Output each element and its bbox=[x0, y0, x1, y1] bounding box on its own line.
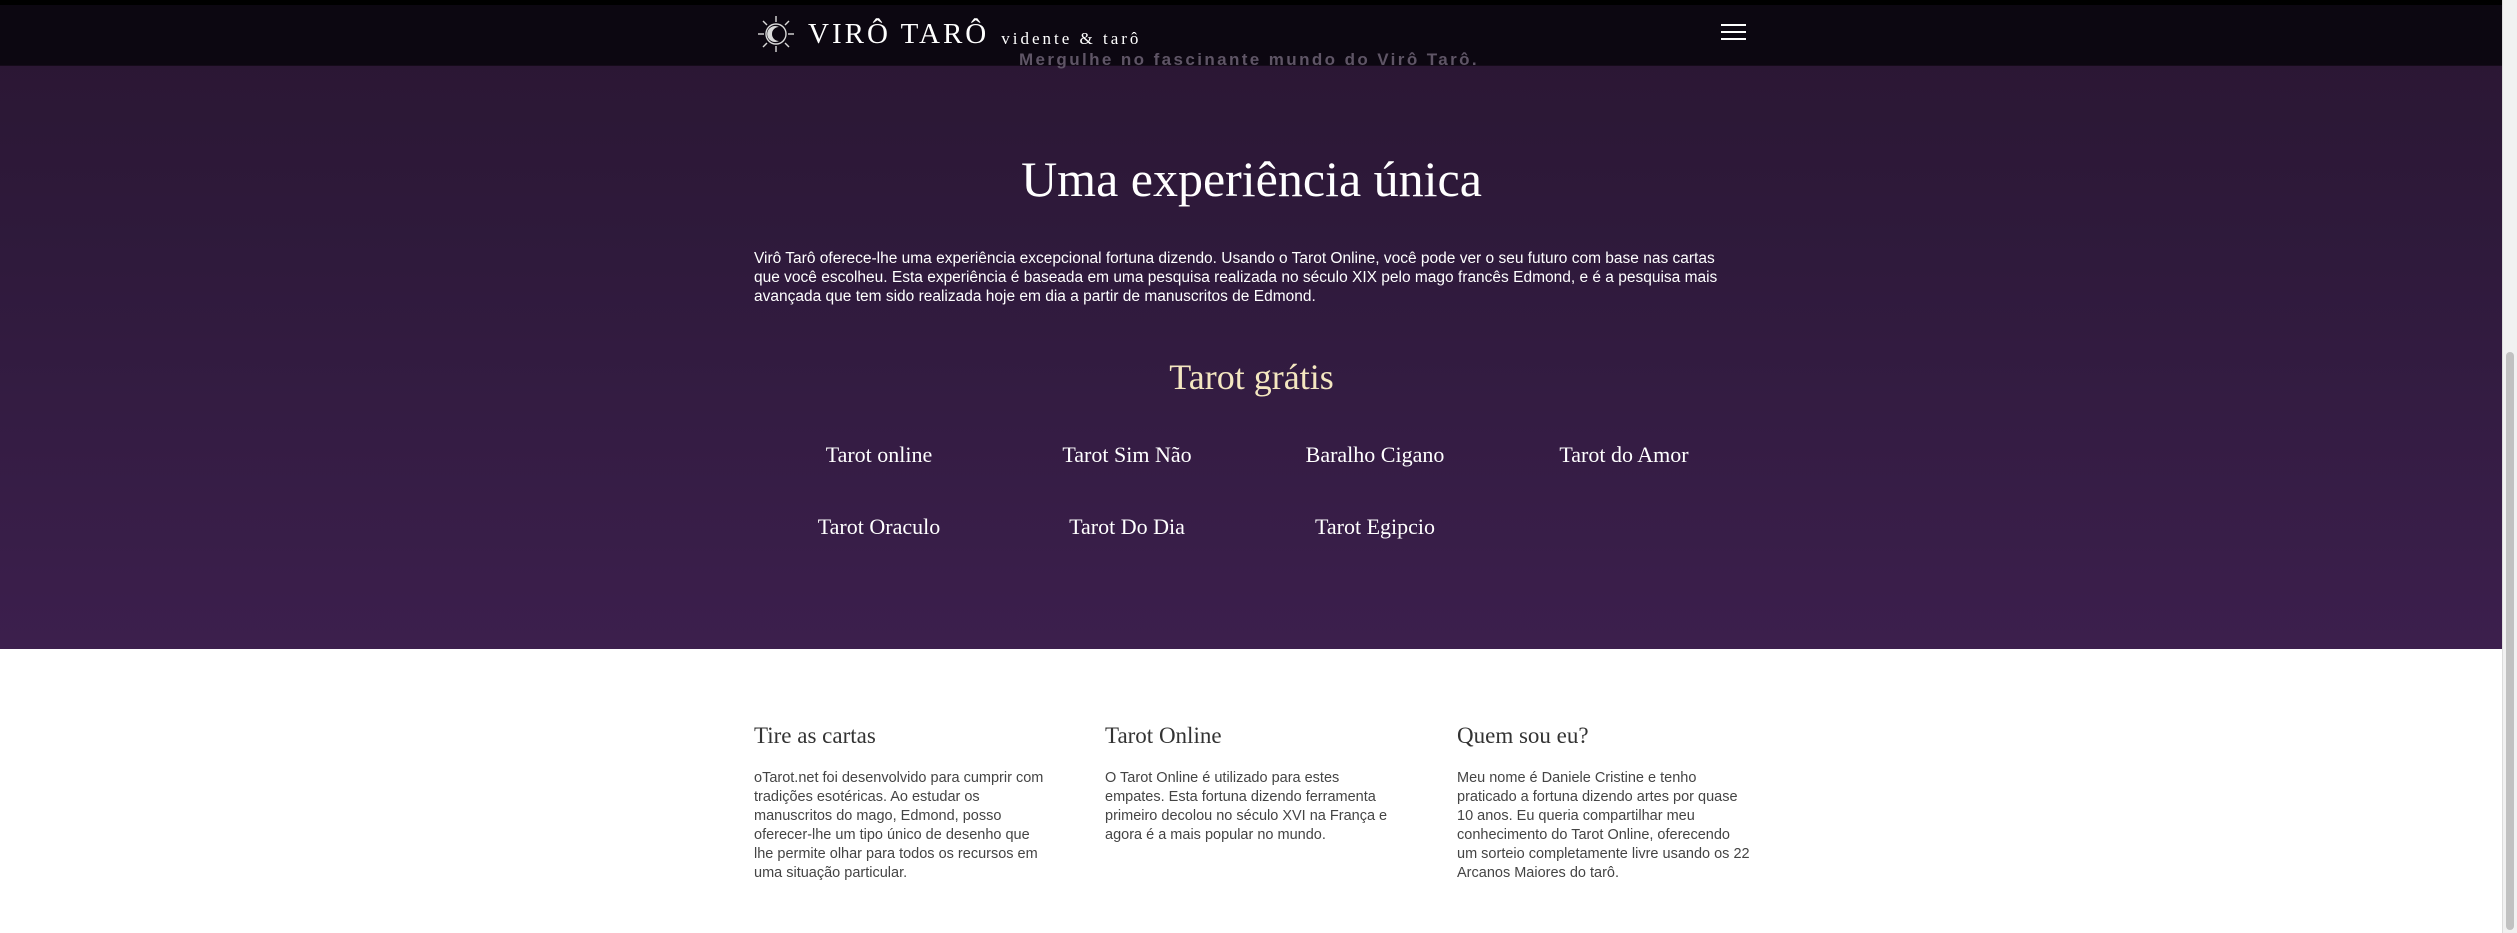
link-tarot-oraculo[interactable]: Tarot Oraculo bbox=[754, 514, 1004, 540]
footer-column-text: oTarot.net foi desenvolvido para cumprir… bbox=[754, 770, 1044, 881]
slogan: Mergulhe no fascinante mundo do Virô Tar… bbox=[1019, 50, 1480, 69]
footer-column-tarot-online: Tarot Online O Tarot Online é utilizado … bbox=[1105, 723, 1390, 845]
brand-tagline: vidente & tarô bbox=[1001, 29, 1142, 48]
page-scrollbar[interactable] bbox=[2502, 0, 2517, 933]
hamburger-menu-icon[interactable] bbox=[1720, 19, 1748, 47]
link-tarot-online[interactable]: Tarot online bbox=[754, 442, 1004, 468]
sun-moon-logo-icon bbox=[758, 16, 794, 52]
link-tarot-sim-nao[interactable]: Tarot Sim Não bbox=[1002, 442, 1252, 468]
link-tarot-do-dia[interactable]: Tarot Do Dia bbox=[1002, 514, 1252, 540]
footer-column-title: Tarot Online bbox=[1105, 723, 1222, 748]
scrollbar-thumb[interactable] bbox=[2506, 352, 2514, 930]
footer-column-title: Tire as cartas bbox=[754, 723, 876, 748]
free-tarot-links: Tarot online Tarot Sim Não Baralho Cigan… bbox=[754, 5, 1754, 649]
navbar: VIRÔ TARÔ vidente & tarô Mergulhe no fas… bbox=[0, 5, 2503, 69]
footer-column-text: Meu nome é Daniele Cristine e tenho prat… bbox=[1457, 770, 1750, 881]
link-tarot-egipcio[interactable]: Tarot Egipcio bbox=[1250, 514, 1500, 540]
footer-column-title: Quem sou eu? bbox=[1457, 723, 1589, 748]
link-tarot-do-amor[interactable]: Tarot do Amor bbox=[1499, 442, 1749, 468]
brand-name: VIRÔ TARÔ bbox=[808, 17, 990, 50]
link-baralho-cigano[interactable]: Baralho Cigano bbox=[1250, 442, 1500, 468]
logo[interactable]: VIRÔ TARÔ vidente & tarô bbox=[756, 14, 1141, 54]
hero-section: Uma experiência única Virô Tarô oferece-… bbox=[0, 5, 2503, 649]
footer-column-quem-sou-eu: Quem sou eu? Meu nome é Daniele Cristine… bbox=[1457, 723, 1752, 883]
footer-column-tire-as-cartas: Tire as cartas oTarot.net foi desenvolvi… bbox=[754, 723, 1044, 883]
footer-column-text: O Tarot Online é utilizado para estes em… bbox=[1105, 770, 1388, 843]
